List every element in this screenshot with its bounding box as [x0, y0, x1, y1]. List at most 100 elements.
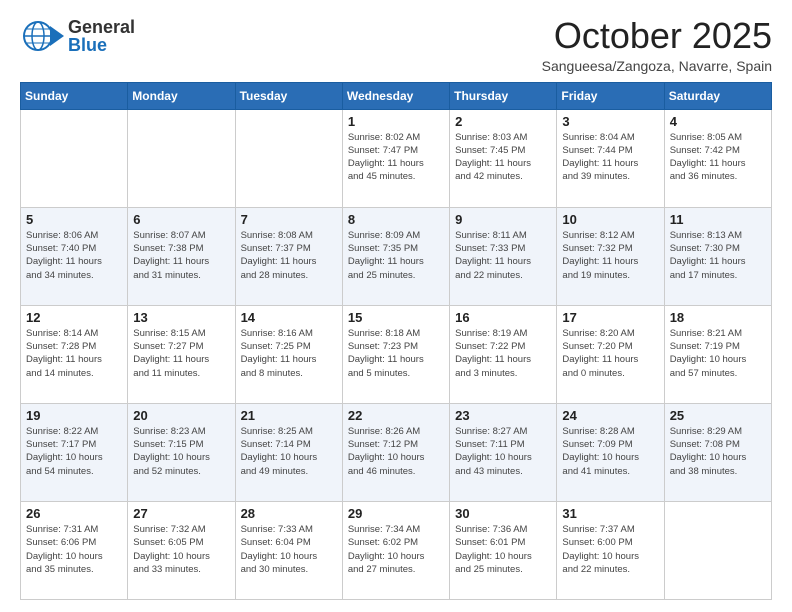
calendar-header-sunday: Sunday	[21, 82, 128, 109]
calendar-day-empty	[128, 109, 235, 207]
calendar-day-7: 7Sunrise: 8:08 AM Sunset: 7:37 PM Daylig…	[235, 207, 342, 305]
title-block: October 2025 Sangueesa/Zangoza, Navarre,…	[542, 16, 772, 74]
calendar-table: SundayMondayTuesdayWednesdayThursdayFrid…	[20, 82, 772, 600]
calendar-day-20: 20 Sunrise: 8:23 AM Sunset: 7:15 PM Dayli…	[128, 403, 235, 501]
month-title: October 2025	[542, 16, 772, 56]
day-number: 28	[241, 506, 337, 521]
day-number: 22	[348, 408, 444, 423]
calendar-day-empty	[235, 109, 342, 207]
calendar-day-empty	[664, 501, 771, 599]
calendar-header-wednesday: Wednesday	[342, 82, 449, 109]
day-number: 13	[133, 310, 229, 325]
day-info: Sunrise: 8:03 AM Sunset: 7:45 PM Dayligh…	[455, 131, 551, 184]
calendar-day-26: 26 Sunrise: 7:31 AM Sunset: 6:06 PM Dayli…	[21, 501, 128, 599]
calendar-header-saturday: Saturday	[664, 82, 771, 109]
day-info: Sunrise: 8:21 AM Sunset: 7:19 PM Dayligh…	[670, 327, 766, 380]
calendar-day-13: 13Sunrise: 8:15 AM Sunset: 7:27 PM Dayli…	[128, 305, 235, 403]
calendar-day-4: 4Sunrise: 8:05 AM Sunset: 7:42 PM Daylig…	[664, 109, 771, 207]
day-number: 24	[562, 408, 658, 423]
calendar-day-3: 3 Sunrise: 8:04 AM Sunset: 7:44 PM Daylig…	[557, 109, 664, 207]
day-info: Sunrise: 8:19 AM Sunset: 7:22 PM Dayligh…	[455, 327, 551, 380]
day-number: 23	[455, 408, 551, 423]
day-info: Sunrise: 8:14 AM Sunset: 7:28 PM Dayligh…	[26, 327, 122, 380]
calendar-header-friday: Friday	[557, 82, 664, 109]
calendar-week-row: 26 Sunrise: 7:31 AM Sunset: 6:06 PM Dayli…	[21, 501, 772, 599]
calendar-day-30: 30 Sunrise: 7:36 AM Sunset: 6:01 PM Dayli…	[450, 501, 557, 599]
calendar-header-monday: Monday	[128, 82, 235, 109]
calendar-day-11: 11 Sunrise: 8:13 AM Sunset: 7:30 PM Dayli…	[664, 207, 771, 305]
day-info: Sunrise: 8:18 AM Sunset: 7:23 PM Dayligh…	[348, 327, 444, 380]
calendar-day-17: 17 Sunrise: 8:20 AM Sunset: 7:20 PM Dayli…	[557, 305, 664, 403]
calendar-week-row: 1Sunrise: 8:02 AM Sunset: 7:47 PM Daylig…	[21, 109, 772, 207]
page: General Blue October 2025 Sangueesa/Zang…	[0, 0, 792, 612]
day-info: Sunrise: 8:09 AM Sunset: 7:35 PM Dayligh…	[348, 229, 444, 282]
day-number: 14	[241, 310, 337, 325]
calendar-header-row: SundayMondayTuesdayWednesdayThursdayFrid…	[21, 82, 772, 109]
day-info: Sunrise: 8:04 AM Sunset: 7:44 PM Dayligh…	[562, 131, 658, 184]
day-number: 27	[133, 506, 229, 521]
calendar-day-14: 14 Sunrise: 8:16 AM Sunset: 7:25 PM Dayli…	[235, 305, 342, 403]
day-number: 30	[455, 506, 551, 521]
header: General Blue October 2025 Sangueesa/Zang…	[20, 16, 772, 74]
calendar-day-8: 8 Sunrise: 8:09 AM Sunset: 7:35 PM Daylig…	[342, 207, 449, 305]
day-number: 26	[26, 506, 122, 521]
day-number: 9	[455, 212, 551, 227]
calendar-week-row: 19 Sunrise: 8:22 AM Sunset: 7:17 PM Dayli…	[21, 403, 772, 501]
calendar-day-empty	[21, 109, 128, 207]
day-number: 25	[670, 408, 766, 423]
calendar-day-1: 1Sunrise: 8:02 AM Sunset: 7:47 PM Daylig…	[342, 109, 449, 207]
calendar-day-21: 21Sunrise: 8:25 AM Sunset: 7:14 PM Dayli…	[235, 403, 342, 501]
day-number: 20	[133, 408, 229, 423]
calendar-day-10: 10 Sunrise: 8:12 AM Sunset: 7:32 PM Dayli…	[557, 207, 664, 305]
calendar-day-2: 2 Sunrise: 8:03 AM Sunset: 7:45 PM Daylig…	[450, 109, 557, 207]
day-info: Sunrise: 8:16 AM Sunset: 7:25 PM Dayligh…	[241, 327, 337, 380]
day-number: 17	[562, 310, 658, 325]
day-number: 19	[26, 408, 122, 423]
day-info: Sunrise: 8:25 AM Sunset: 7:14 PM Dayligh…	[241, 425, 337, 478]
logo-general-text: General	[68, 18, 135, 36]
logo-blue-text: Blue	[68, 36, 135, 54]
day-number: 8	[348, 212, 444, 227]
day-number: 3	[562, 114, 658, 129]
day-number: 15	[348, 310, 444, 325]
calendar-day-25: 25 Sunrise: 8:29 AM Sunset: 7:08 PM Dayli…	[664, 403, 771, 501]
day-info: Sunrise: 7:33 AM Sunset: 6:04 PM Dayligh…	[241, 523, 337, 576]
day-info: Sunrise: 8:22 AM Sunset: 7:17 PM Dayligh…	[26, 425, 122, 478]
day-number: 7	[241, 212, 337, 227]
calendar-day-5: 5Sunrise: 8:06 AM Sunset: 7:40 PM Daylig…	[21, 207, 128, 305]
day-info: Sunrise: 8:07 AM Sunset: 7:38 PM Dayligh…	[133, 229, 229, 282]
calendar-day-6: 6 Sunrise: 8:07 AM Sunset: 7:38 PM Daylig…	[128, 207, 235, 305]
day-info: Sunrise: 8:11 AM Sunset: 7:33 PM Dayligh…	[455, 229, 551, 282]
calendar-day-27: 27 Sunrise: 7:32 AM Sunset: 6:05 PM Dayli…	[128, 501, 235, 599]
day-number: 31	[562, 506, 658, 521]
day-info: Sunrise: 8:13 AM Sunset: 7:30 PM Dayligh…	[670, 229, 766, 282]
day-info: Sunrise: 8:29 AM Sunset: 7:08 PM Dayligh…	[670, 425, 766, 478]
day-number: 10	[562, 212, 658, 227]
calendar-day-29: 29Sunrise: 7:34 AM Sunset: 6:02 PM Dayli…	[342, 501, 449, 599]
day-info: Sunrise: 8:23 AM Sunset: 7:15 PM Dayligh…	[133, 425, 229, 478]
day-number: 29	[348, 506, 444, 521]
calendar-week-row: 5Sunrise: 8:06 AM Sunset: 7:40 PM Daylig…	[21, 207, 772, 305]
calendar-day-9: 9 Sunrise: 8:11 AM Sunset: 7:33 PM Daylig…	[450, 207, 557, 305]
day-number: 12	[26, 310, 122, 325]
calendar-header-thursday: Thursday	[450, 82, 557, 109]
day-info: Sunrise: 7:31 AM Sunset: 6:06 PM Dayligh…	[26, 523, 122, 576]
day-info: Sunrise: 8:06 AM Sunset: 7:40 PM Dayligh…	[26, 229, 122, 282]
calendar-day-15: 15 Sunrise: 8:18 AM Sunset: 7:23 PM Dayli…	[342, 305, 449, 403]
calendar-day-28: 28 Sunrise: 7:33 AM Sunset: 6:04 PM Dayli…	[235, 501, 342, 599]
day-number: 2	[455, 114, 551, 129]
day-info: Sunrise: 7:36 AM Sunset: 6:01 PM Dayligh…	[455, 523, 551, 576]
location: Sangueesa/Zangoza, Navarre, Spain	[542, 58, 772, 74]
day-info: Sunrise: 7:37 AM Sunset: 6:00 PM Dayligh…	[562, 523, 658, 576]
day-info: Sunrise: 8:20 AM Sunset: 7:20 PM Dayligh…	[562, 327, 658, 380]
day-number: 18	[670, 310, 766, 325]
day-number: 16	[455, 310, 551, 325]
day-info: Sunrise: 8:27 AM Sunset: 7:11 PM Dayligh…	[455, 425, 551, 478]
calendar-day-19: 19 Sunrise: 8:22 AM Sunset: 7:17 PM Dayli…	[21, 403, 128, 501]
day-info: Sunrise: 8:12 AM Sunset: 7:32 PM Dayligh…	[562, 229, 658, 282]
calendar-day-24: 24Sunrise: 8:28 AM Sunset: 7:09 PM Dayli…	[557, 403, 664, 501]
calendar-day-16: 16 Sunrise: 8:19 AM Sunset: 7:22 PM Dayli…	[450, 305, 557, 403]
day-info: Sunrise: 7:32 AM Sunset: 6:05 PM Dayligh…	[133, 523, 229, 576]
day-number: 11	[670, 212, 766, 227]
day-number: 6	[133, 212, 229, 227]
